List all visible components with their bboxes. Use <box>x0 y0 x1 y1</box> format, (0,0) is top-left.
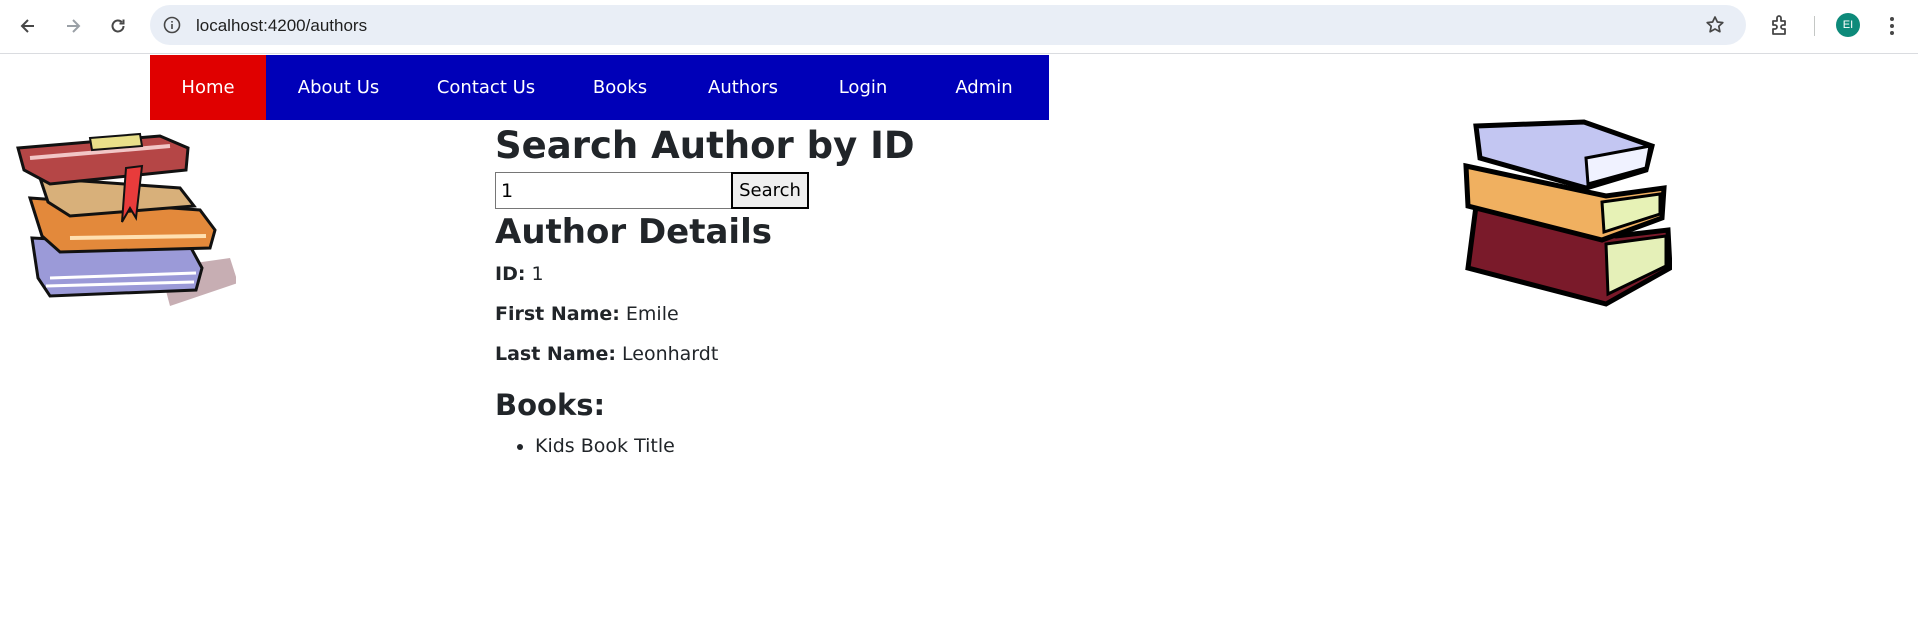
author-details-heading: Author Details <box>495 212 772 252</box>
first-name-label: First Name: <box>495 303 620 325</box>
nav-login[interactable]: Login <box>807 55 919 120</box>
last-name-label: Last Name: <box>495 343 616 365</box>
books-list: Kids Book Title <box>535 433 1295 459</box>
search-heading: Search Author by ID <box>495 124 915 167</box>
nav-about-us[interactable]: About Us <box>266 55 411 120</box>
reload-icon <box>111 19 125 33</box>
nav-home[interactable]: Home <box>150 55 266 120</box>
author-id-row: ID: 1 <box>495 261 1295 287</box>
first-name-row: First Name: Emile <box>495 301 1295 327</box>
nav-books[interactable]: Books <box>561 55 679 120</box>
last-name-row: Last Name: Leonhardt <box>495 341 1295 367</box>
nav-admin[interactable]: Admin <box>919 55 1049 120</box>
books-stack-image-left <box>16 132 236 306</box>
forward-icon <box>67 19 81 33</box>
id-value: 1 <box>531 263 544 285</box>
site-navbar: Home About Us Contact Us Books Authors L… <box>150 55 1049 120</box>
main-content: Search Author by ID Search Author Detail… <box>495 120 1295 459</box>
info-icon[interactable] <box>162 15 182 35</box>
search-form: Search <box>495 172 1295 209</box>
first-name-value: Emile <box>625 303 679 325</box>
books-heading: Books: <box>495 388 606 422</box>
url-text[interactable]: localhost:4200/authors <box>196 16 367 36</box>
search-button[interactable]: Search <box>731 172 809 209</box>
extensions-icon[interactable] <box>1766 12 1794 40</box>
menu-icon[interactable] <box>1882 12 1902 40</box>
books-stack-image-right <box>1463 119 1672 307</box>
toolbar-separator <box>1814 16 1815 36</box>
reload-button[interactable] <box>102 10 134 42</box>
nav-authors[interactable]: Authors <box>679 55 807 120</box>
author-id-input[interactable] <box>495 172 731 209</box>
nav-contact-us[interactable]: Contact Us <box>411 55 561 120</box>
list-item: Kids Book Title <box>535 433 1295 459</box>
id-label: ID: <box>495 263 526 285</box>
back-icon <box>20 19 34 33</box>
last-name-value: Leonhardt <box>622 343 719 365</box>
profile-avatar[interactable]: EI <box>1836 13 1860 37</box>
forward-button[interactable] <box>57 10 89 42</box>
star-icon[interactable] <box>1704 14 1726 36</box>
back-button[interactable] <box>12 10 44 42</box>
browser-toolbar: localhost:4200/authors EI <box>0 0 1918 54</box>
address-bar[interactable]: localhost:4200/authors <box>150 5 1746 45</box>
